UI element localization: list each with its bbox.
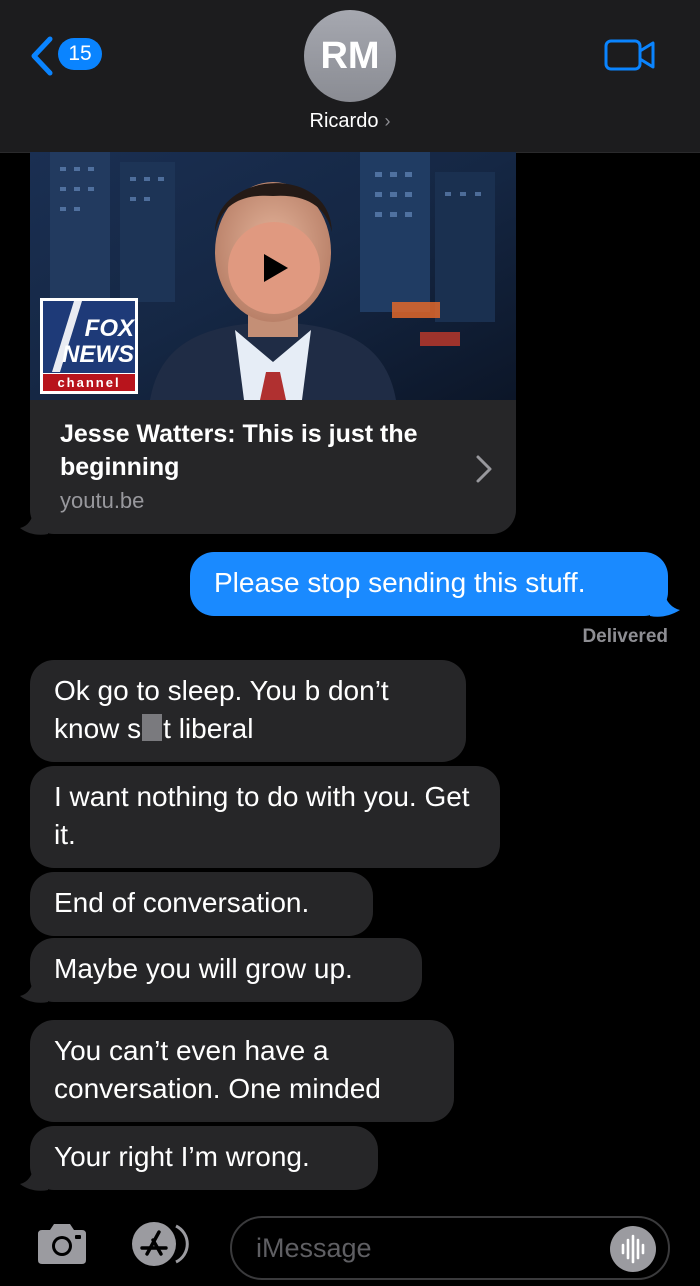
message-text: You can’t even have a conversation. One … <box>54 1035 381 1104</box>
bubble-tail <box>20 1166 48 1191</box>
facetime-video-icon[interactable] <box>604 38 656 72</box>
message-text: End of conversation. <box>54 887 310 918</box>
message-text: Maybe you will grow up. <box>54 953 353 984</box>
message-input-placeholder: iMessage <box>256 1233 372 1263</box>
app-store-icon[interactable] <box>128 1220 200 1268</box>
incoming-message[interactable]: End of conversation. <box>30 872 373 936</box>
censored-block <box>142 714 163 741</box>
unread-count-badge: 15 <box>58 38 102 70</box>
incoming-message[interactable]: Your right I’m wrong. <box>30 1126 378 1190</box>
video-thumbnail[interactable]: FOX NEWS channel <box>30 152 516 400</box>
message-input[interactable]: iMessage <box>230 1216 670 1280</box>
play-button[interactable] <box>228 222 320 314</box>
chevron-right-icon: › <box>384 111 391 131</box>
incoming-message[interactable]: You can’t even have a conversation. One … <box>30 1020 454 1122</box>
chevron-right-icon <box>476 455 492 483</box>
outgoing-message[interactable]: Please stop sending this stuff. <box>190 552 668 616</box>
message-text: Your right I’m wrong. <box>54 1141 310 1172</box>
logo-line-news: NEWS <box>62 341 134 368</box>
back-chevron-icon <box>31 36 53 76</box>
logo-line-fox: FOX <box>84 315 134 342</box>
incoming-message[interactable]: Maybe you will grow up. <box>30 938 422 1002</box>
bubble-tail <box>20 978 48 1003</box>
link-preview-card[interactable]: FOX NEWS channel Jesse Watters: This is … <box>30 152 516 534</box>
audio-message-button[interactable] <box>610 1226 656 1272</box>
bubble-tail <box>20 510 48 535</box>
fox-logo-text: FOX NEWS <box>60 316 134 368</box>
link-title: Jesse Watters: This is just the beginnin… <box>60 420 418 481</box>
message-text: t liberal <box>163 713 254 744</box>
message-text: Please stop sending this stuff. <box>214 567 586 598</box>
contact-name: Ricardo <box>309 110 379 132</box>
play-icon <box>264 254 288 282</box>
incoming-message[interactable]: Ok go to sleep. You b don’t know st libe… <box>30 660 466 762</box>
delivered-status: Delivered <box>582 626 668 647</box>
message-text: I want nothing to do with you. Get it. <box>54 781 470 850</box>
contact-name-button[interactable]: Ricardo › <box>0 110 700 133</box>
conversation-header: 15 RM Ricardo › <box>0 0 700 153</box>
link-domain: youtu.be <box>60 488 145 513</box>
logo-line-channel: channel <box>57 375 121 390</box>
back-button[interactable]: 15 <box>30 34 110 78</box>
audio-waveform-icon <box>621 1234 645 1264</box>
contact-avatar[interactable]: RM <box>304 10 396 102</box>
camera-icon[interactable] <box>34 1222 90 1266</box>
bubble-tail <box>650 592 680 617</box>
incoming-message[interactable]: I want nothing to do with you. Get it. <box>30 766 500 868</box>
